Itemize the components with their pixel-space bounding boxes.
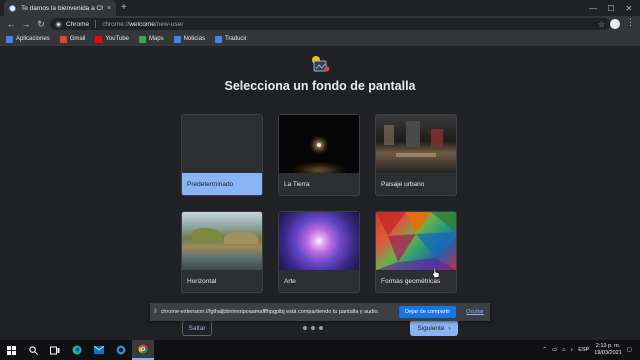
wallpaper-default[interactable]: Predeterminado (181, 114, 263, 196)
network-icon[interactable]: ⌂ (562, 347, 565, 353)
bookmark-label: Noticias (183, 36, 205, 42)
wallpaper-thumb (182, 115, 262, 173)
bookmark-label: Gmail (69, 36, 86, 42)
bookmark-label: Traducir (224, 36, 247, 42)
progress-dots (303, 326, 323, 330)
chrome-icon (9, 4, 16, 12)
url-scheme: chrome:// (102, 20, 130, 28)
task-view-icon[interactable] (44, 340, 66, 360)
bookmark-label: YouTube (105, 36, 129, 42)
volume-icon[interactable]: ♪ (571, 347, 574, 353)
bookmark-news[interactable]: Noticias (173, 35, 205, 43)
news-icon (173, 35, 181, 43)
bookmark-gmail[interactable]: Gmail (59, 35, 86, 43)
wallpaper-thumb (376, 212, 456, 270)
hand-cursor-icon (432, 268, 440, 278)
reload-icon[interactable]: ↻ (35, 18, 47, 30)
minimize-icon[interactable]: — (584, 0, 602, 16)
drag-handle-icon[interactable]: ⦀ (154, 309, 157, 316)
system-tray: ⌃ ▭ ⌂ ♪ ESP 2:13 p. m. 19/03/2021 ▢ (542, 340, 632, 360)
address-bar[interactable]: Chrome chrome:// welcome /new-user ☆ (50, 18, 610, 30)
wallpaper-label: La Tierra (284, 180, 310, 188)
bookmarks-bar: Aplicaciones Gmail YouTube Maps Noticias… (0, 32, 640, 47)
wallpaper-label: Paisaje urbano (381, 180, 425, 188)
taskbar: ⌃ ▭ ⌂ ♪ ESP 2:13 p. m. 19/03/2021 ▢ (0, 340, 640, 360)
bookmark-apps[interactable]: Aplicaciones (6, 35, 50, 43)
new-tab-button[interactable]: + (121, 1, 127, 15)
profile-avatar[interactable] (610, 19, 620, 29)
next-button[interactable]: Siguiente › (410, 320, 458, 336)
menu-icon[interactable]: ⋮ (626, 17, 635, 28)
wallpaper-geometric[interactable]: Formas geométricas (375, 211, 457, 293)
mail-icon[interactable] (88, 340, 110, 360)
maps-icon (138, 35, 146, 43)
bookmark-star-icon[interactable]: ☆ (598, 20, 605, 29)
wallpaper-label: Horizontal (187, 277, 217, 285)
page-title: Selecciona un fondo de pantalla (224, 79, 416, 93)
url-host: welcome (129, 20, 155, 28)
tab-strip: Te damos la bienvenida a Chrome × + — ☐ … (0, 0, 640, 16)
bookmark-label: Aplicaciones (16, 36, 50, 42)
forward-icon[interactable]: → (20, 18, 32, 30)
wallpaper-thumb (279, 212, 359, 270)
close-window-icon[interactable]: ✕ (620, 0, 638, 16)
wallpaper-label: Predeterminado (182, 173, 262, 195)
chevron-right-icon: › (448, 324, 451, 332)
geometric-pattern (376, 212, 456, 270)
wallpaper-earth[interactable]: La Tierra (278, 114, 360, 196)
tab-welcome[interactable]: Te damos la bienvenida a Chrome × (4, 0, 116, 16)
chevron-up-icon[interactable]: ⌃ (542, 347, 547, 353)
toolbar: ← → ↻ Chrome chrome:// welcome /new-user… (0, 16, 640, 32)
next-label: Siguiente (417, 324, 445, 332)
youtube-icon (95, 35, 103, 43)
wallpaper-label: Formas geométricas (381, 277, 441, 285)
translate-icon (214, 35, 222, 43)
chrome-site-icon (55, 20, 62, 28)
wallpaper-landscape[interactable]: Horizontal (181, 211, 263, 293)
windows-start-icon[interactable] (0, 340, 22, 360)
wallpaper-thumb (376, 115, 456, 173)
edge-legacy-icon[interactable] (110, 340, 132, 360)
wallpaper-illustration-icon (312, 56, 330, 72)
gmail-icon (59, 35, 67, 43)
progress-dot (319, 326, 323, 330)
clock[interactable]: 2:13 p. m. 19/03/2021 (594, 343, 622, 357)
bookmark-youtube[interactable]: YouTube (95, 35, 129, 43)
omnibox-divider (95, 20, 97, 28)
back-icon[interactable]: ← (5, 18, 17, 30)
skip-button[interactable]: Saltar (182, 320, 212, 336)
site-chip: Chrome (66, 20, 90, 28)
edge-icon[interactable] (66, 340, 88, 360)
tab-close-icon[interactable]: × (107, 5, 111, 12)
stop-sharing-button[interactable]: Dejar de compartir (399, 306, 457, 318)
search-icon[interactable] (22, 340, 44, 360)
wallpaper-thumb (182, 212, 262, 270)
apps-grid-icon (6, 35, 13, 43)
clock-time: 2:13 p. m. (595, 343, 621, 349)
share-message: chrome-extension://fglhaljbbnlmoipoaamaf… (160, 309, 380, 315)
tab-title: Te damos la bienvenida a Chrome (21, 4, 103, 12)
screen-share-bar: ⦀ chrome-extension://fglhaljbbnlmoipoaam… (150, 303, 490, 321)
maximize-icon[interactable]: ☐ (602, 0, 620, 16)
progress-dot (311, 326, 315, 330)
bookmark-translate[interactable]: Traducir (214, 35, 247, 43)
wallpaper-art[interactable]: Arte (278, 211, 360, 293)
bookmark-maps[interactable]: Maps (138, 35, 164, 43)
bookmark-label: Maps (148, 36, 164, 42)
progress-dot (303, 326, 307, 330)
wallpaper-thumb (279, 115, 359, 173)
battery-icon[interactable]: ▭ (552, 347, 557, 353)
welcome-page: Selecciona un fondo de pantalla Predeter… (0, 47, 640, 340)
url-path: /new-user (154, 20, 184, 28)
language-indicator[interactable]: ESP (578, 347, 589, 353)
hide-link[interactable]: Ocultar (466, 309, 484, 315)
wallpaper-city[interactable]: Paisaje urbano (375, 114, 457, 196)
wallpaper-label: Arte (284, 277, 296, 285)
clock-date: 19/03/2021 (594, 350, 622, 356)
notifications-icon[interactable]: ▢ (627, 347, 632, 353)
chrome-taskbar-icon[interactable] (132, 340, 154, 360)
